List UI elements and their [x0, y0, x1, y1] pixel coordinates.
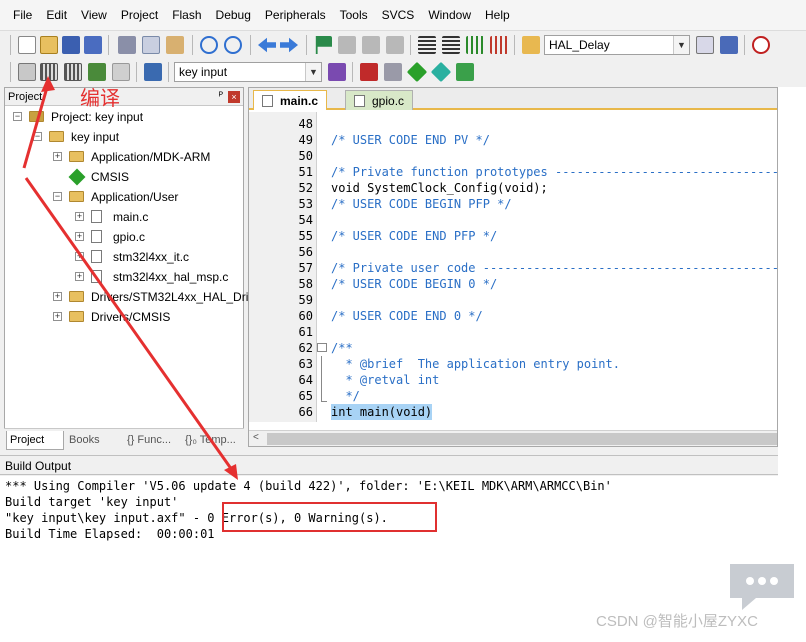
- arrow-to-result: [24, 177, 234, 471]
- keil-ide-window: { "menu": ["File","Edit","View","Project…: [0, 0, 806, 642]
- arrowhead-build-button: [41, 76, 55, 92]
- chat-bubble-icon: [730, 564, 794, 610]
- arrow-to-build-button: [22, 83, 50, 169]
- watermark: CSDN @智能小屋ZYXC: [596, 613, 758, 630]
- annotation-label: 编译: [80, 88, 120, 110]
- annotation-arrows: [22, 76, 238, 480]
